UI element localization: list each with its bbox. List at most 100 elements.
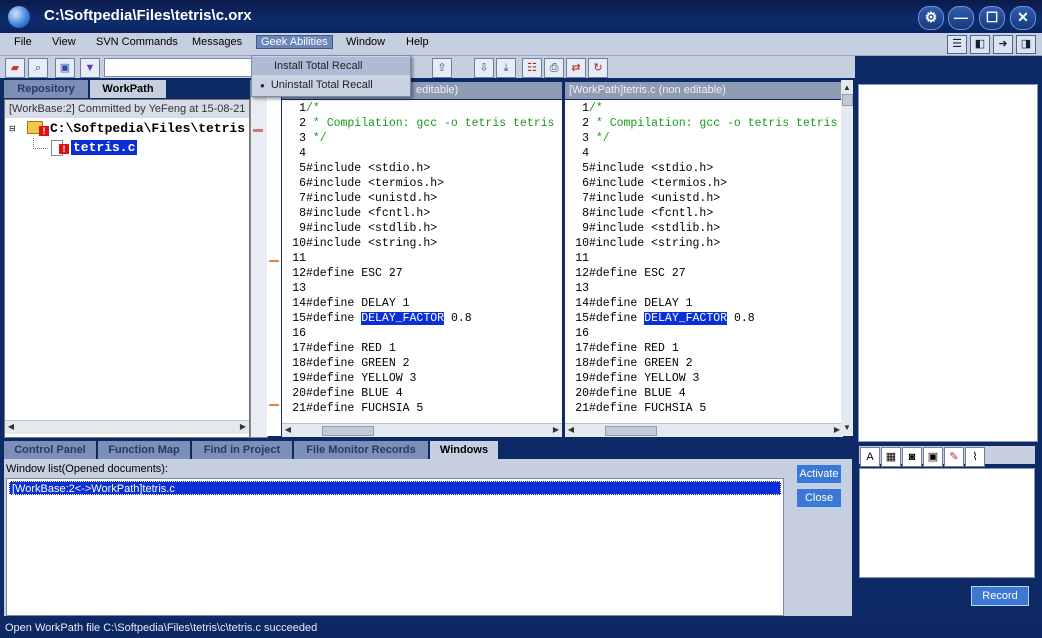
- code-line[interactable]: 13: [565, 281, 589, 296]
- code-line[interactable]: 3 */: [282, 131, 327, 146]
- editor-left-body[interactable]: 1/* 2 * Compilation: gcc -o tetris tetris…: [282, 100, 562, 423]
- next-diff-icon[interactable]: ⇩: [474, 58, 494, 78]
- tab-find-in-project[interactable]: Find in Project: [192, 441, 292, 459]
- code-line[interactable]: 10#include <string.h>: [565, 236, 720, 251]
- code-line[interactable]: 13: [282, 281, 306, 296]
- save-icon[interactable]: ▣: [55, 58, 75, 78]
- code-line[interactable]: 7#include <unistd.h>: [565, 191, 720, 206]
- search-icon[interactable]: ⌕: [28, 58, 48, 78]
- horizontal-scrollbar[interactable]: ◀ ▶: [282, 423, 562, 437]
- code-line[interactable]: 6#include <termios.h>: [282, 176, 444, 191]
- horizontal-scrollbar[interactable]: ◀ ▶: [5, 420, 249, 434]
- code-line[interactable]: 14#define DELAY 1: [282, 296, 409, 311]
- scroll-thumb[interactable]: [322, 426, 374, 436]
- code-line[interactable]: 18#define GREEN 2: [282, 356, 409, 371]
- diff-overview-margin[interactable]: [250, 80, 268, 438]
- code-line[interactable]: 6#include <termios.h>: [565, 176, 727, 191]
- tab-windows[interactable]: Windows: [430, 441, 498, 459]
- menu-window[interactable]: Window: [342, 36, 389, 48]
- camera-icon[interactable]: ◙: [902, 447, 922, 467]
- notes-textarea[interactable]: [859, 468, 1035, 578]
- record-button[interactable]: Record: [971, 586, 1029, 606]
- tab-workpath[interactable]: WorkPath: [90, 80, 166, 98]
- scroll-thumb[interactable]: [842, 94, 853, 106]
- last-diff-icon[interactable]: ⤓: [496, 58, 516, 78]
- menu-messages[interactable]: Messages: [188, 36, 246, 48]
- code-line[interactable]: 3 */: [565, 131, 610, 146]
- settings-gear-icon[interactable]: ⚙: [918, 6, 944, 30]
- code-line[interactable]: 16: [565, 326, 589, 341]
- code-line[interactable]: 21#define FUCHSIA 5: [282, 401, 423, 416]
- window-list[interactable]: [WorkBase:2<->WorkPath]tetris.c: [6, 478, 784, 616]
- code-line[interactable]: 16: [282, 326, 306, 341]
- highlighted-token[interactable]: DELAY_FACTOR: [361, 312, 445, 325]
- up-arrow-icon[interactable]: ⇧: [432, 58, 452, 78]
- close-button[interactable]: Close: [796, 488, 842, 508]
- code-line[interactable]: 20#define BLUE 4: [565, 386, 685, 401]
- menu-view[interactable]: View: [48, 36, 80, 48]
- code-line[interactable]: 15#define DELAY_FACTOR 0.8: [565, 311, 755, 326]
- filter-icon[interactable]: ▼: [80, 58, 100, 78]
- tab-control-panel[interactable]: Control Panel: [4, 441, 96, 459]
- menu-item-install-total-recall[interactable]: Install Total Recall: [252, 57, 410, 75]
- code-line[interactable]: 11: [565, 251, 589, 266]
- layout-icon[interactable]: ☰: [947, 35, 967, 54]
- attach-icon[interactable]: ⌇: [965, 447, 985, 467]
- tab-file-monitor-records[interactable]: File Monitor Records: [294, 441, 428, 459]
- code-line[interactable]: 14#define DELAY 1: [565, 296, 692, 311]
- merge-icon[interactable]: ⇄: [566, 58, 586, 78]
- close-window-button[interactable]: ✕: [1010, 6, 1036, 30]
- code-line[interactable]: 10#include <string.h>: [282, 236, 437, 251]
- code-line[interactable]: 4: [565, 146, 589, 161]
- code-line[interactable]: 15#define DELAY_FACTOR 0.8: [282, 311, 472, 326]
- code-line[interactable]: 19#define YELLOW 3: [282, 371, 416, 386]
- code-line[interactable]: 1/*: [282, 101, 320, 116]
- horizontal-scrollbar[interactable]: ◀ ▶: [565, 423, 843, 437]
- tree-file-label[interactable]: tetris.c: [71, 140, 138, 155]
- tree-folder-label[interactable]: C:\Softpedia\Files\tetris: [50, 121, 245, 136]
- exit-icon[interactable]: ◨: [1016, 35, 1036, 54]
- code-line[interactable]: 2 * Compilation: gcc -o tetris tetris: [565, 116, 837, 131]
- code-line[interactable]: 21#define FUCHSIA 5: [565, 401, 706, 416]
- screenshot-icon[interactable]: ▣: [923, 447, 943, 467]
- tree-expander-icon[interactable]: ⊟: [9, 124, 16, 133]
- back-icon[interactable]: ◧: [970, 35, 990, 54]
- code-line[interactable]: 18#define GREEN 2: [565, 356, 692, 371]
- menu-item-uninstall-total-recall[interactable]: ● Uninstall Total Recall: [252, 76, 410, 94]
- code-line[interactable]: 4: [282, 146, 306, 161]
- code-line[interactable]: 5#include <stdio.h>: [565, 161, 713, 176]
- menu-help[interactable]: Help: [402, 36, 433, 48]
- code-line[interactable]: 7#include <unistd.h>: [282, 191, 437, 206]
- forward-icon[interactable]: ➜: [993, 35, 1013, 54]
- list-item[interactable]: [WorkBase:2<->WorkPath]tetris.c: [9, 481, 781, 495]
- refresh-icon[interactable]: ↻: [588, 58, 608, 78]
- code-line[interactable]: 11: [282, 251, 306, 266]
- toolbar-combo[interactable]: [104, 58, 252, 77]
- code-line[interactable]: 17#define RED 1: [565, 341, 679, 356]
- maximize-button[interactable]: ☐: [979, 6, 1005, 30]
- menu-geek-abilities[interactable]: Geek Abilities: [256, 35, 333, 49]
- open-folder-icon[interactable]: ▰: [5, 58, 25, 78]
- pin-icon[interactable]: ✎: [944, 447, 964, 467]
- code-line[interactable]: 2 * Compilation: gcc -o tetris tetris: [282, 116, 554, 131]
- code-line[interactable]: 12#define ESC 27: [565, 266, 685, 281]
- menu-file[interactable]: File: [10, 36, 36, 48]
- compare-icon[interactable]: ☷: [522, 58, 542, 78]
- code-line[interactable]: 1/*: [565, 101, 603, 116]
- font-icon[interactable]: A: [860, 447, 880, 467]
- tab-function-map[interactable]: Function Map: [98, 441, 190, 459]
- code-line[interactable]: 19#define YELLOW 3: [565, 371, 699, 386]
- editor-right-body[interactable]: 1/* 2 * Compilation: gcc -o tetris tetris…: [565, 100, 843, 423]
- scroll-thumb[interactable]: [605, 426, 657, 436]
- code-line[interactable]: 9#include <stdlib.h>: [565, 221, 720, 236]
- code-line[interactable]: 9#include <stdlib.h>: [282, 221, 437, 236]
- vertical-scrollbar[interactable]: ▲ ▼: [841, 80, 853, 436]
- minimize-button[interactable]: —: [948, 6, 974, 30]
- code-line[interactable]: 5#include <stdio.h>: [282, 161, 430, 176]
- print-icon[interactable]: ⎙: [544, 58, 564, 78]
- highlighted-token[interactable]: DELAY_FACTOR: [644, 312, 728, 325]
- image-icon[interactable]: ▦: [881, 447, 901, 467]
- code-line[interactable]: 8#include <fcntl.h>: [282, 206, 430, 221]
- code-line[interactable]: 12#define ESC 27: [282, 266, 402, 281]
- activate-button[interactable]: Activate: [796, 464, 842, 484]
